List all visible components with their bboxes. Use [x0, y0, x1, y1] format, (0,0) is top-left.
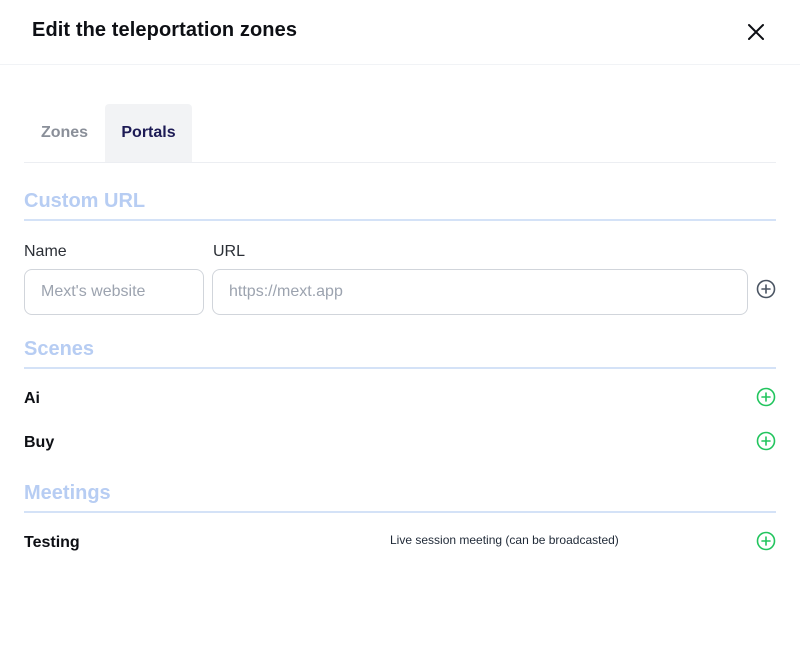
tab-zones[interactable]: Zones [24, 104, 105, 162]
scene-item-buy: Buy [24, 434, 55, 451]
name-input[interactable] [24, 269, 204, 315]
add-meeting-testing-button[interactable] [755, 530, 777, 552]
url-field-label: URL [213, 243, 246, 260]
tab-portals[interactable]: Portals [105, 104, 192, 162]
plus-circle-icon [756, 531, 776, 551]
close-icon [748, 24, 764, 40]
plus-circle-icon [756, 431, 776, 451]
add-scene-ai-button[interactable] [755, 386, 777, 408]
add-url-button[interactable] [755, 278, 777, 300]
url-input[interactable] [212, 269, 748, 315]
scenes-heading: Scenes [24, 338, 776, 369]
close-button[interactable] [744, 20, 768, 44]
dialog-title: Edit the teleportation zones [32, 19, 298, 41]
name-field-label: Name [24, 243, 67, 260]
plus-circle-icon [756, 279, 776, 299]
meeting-description: Live session meeting (can be broadcasted… [390, 533, 619, 547]
dialog-header: Edit the teleportation zones [0, 0, 800, 65]
tab-bar: Zones Portals [24, 104, 776, 163]
custom-url-heading: Custom URL [24, 190, 776, 221]
meeting-item-testing: Testing [24, 534, 80, 551]
scene-item-ai: Ai [24, 390, 40, 407]
plus-circle-icon [756, 387, 776, 407]
meetings-heading: Meetings [24, 482, 776, 513]
add-scene-buy-button[interactable] [755, 430, 777, 452]
